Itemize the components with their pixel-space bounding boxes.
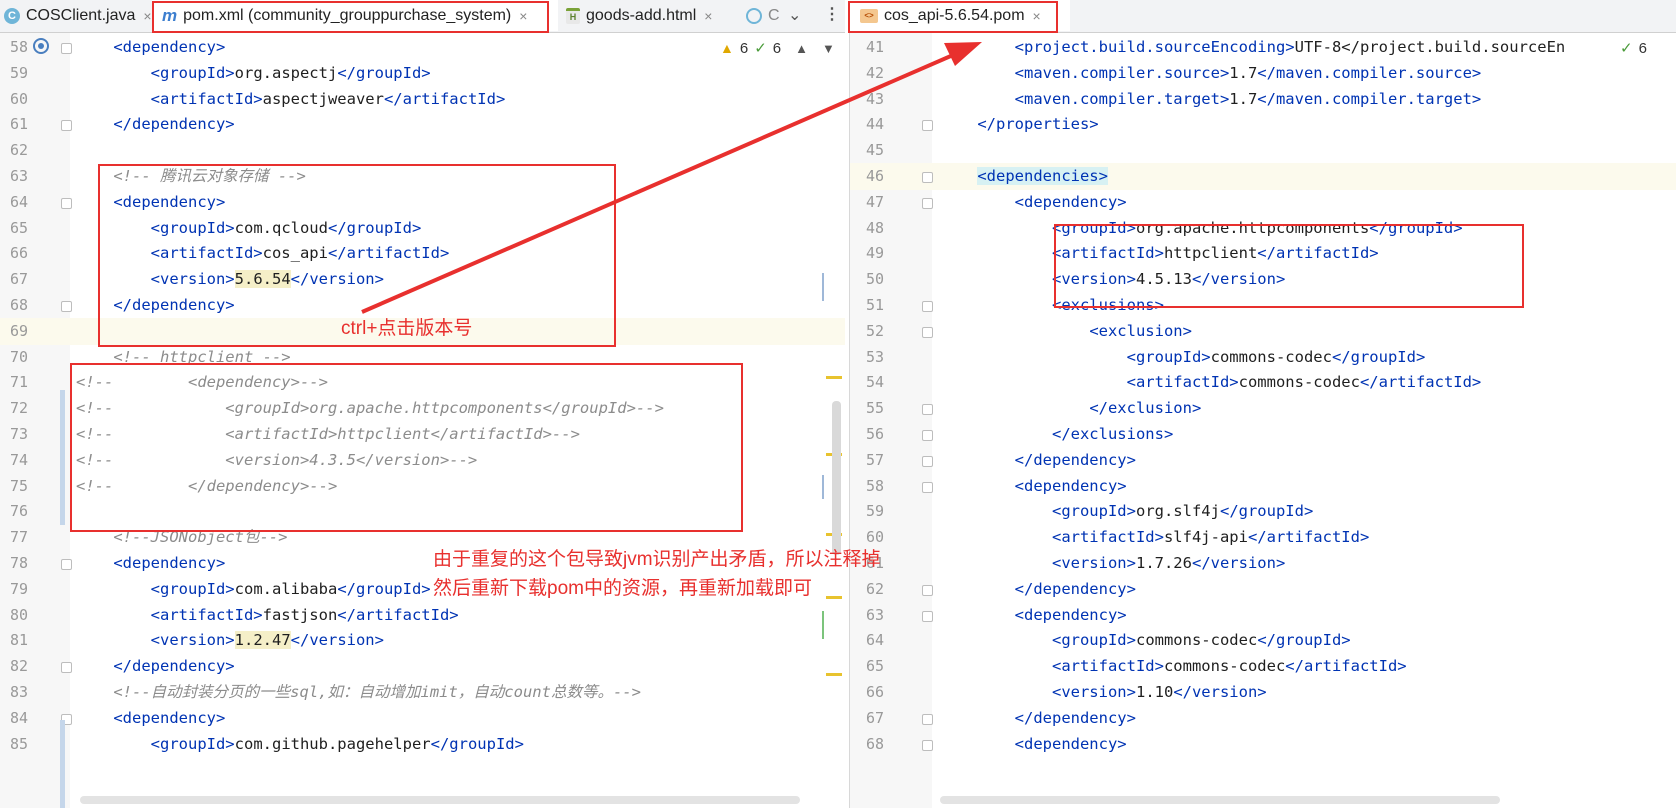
annotation-ctrl-click: ctrl+点击版本号 [341, 318, 473, 339]
annotation-conflict-line2: 然后重新下载pom中的资源，再重新加载即可 [433, 578, 812, 599]
annotation-conflict-line1: 由于重复的这个包导致jvm识别产出矛盾，所以注释掉 [433, 549, 881, 570]
annotation-arrow [361, 42, 982, 314]
